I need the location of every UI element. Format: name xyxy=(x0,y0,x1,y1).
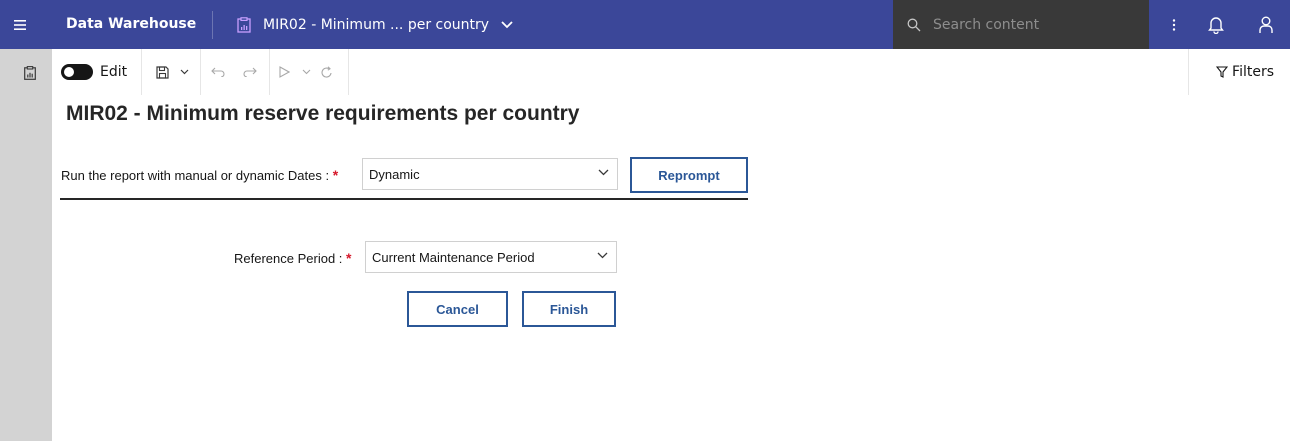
chevron-down-icon xyxy=(598,169,609,176)
cancel-button[interactable]: Cancel xyxy=(407,291,508,327)
report-title: MIR02 - Minimum reserve requirements per… xyxy=(66,102,580,125)
report-icon xyxy=(237,16,251,33)
date-mode-label-text: Run the report with manual or dynamic Da… xyxy=(61,168,330,183)
filters-label: Filters xyxy=(1232,64,1274,80)
report-icon[interactable] xyxy=(24,66,36,80)
save-icon[interactable] xyxy=(148,49,176,95)
required-marker: * xyxy=(346,250,352,266)
required-marker: * xyxy=(332,167,339,183)
report-tab-label: MIR02 - Minimum ... per country xyxy=(263,16,490,33)
reference-period-select[interactable]: Current Maintenance Period xyxy=(365,241,617,273)
report-toolbar: Edit Filters xyxy=(52,49,1290,95)
date-mode-select[interactable]: Dynamic xyxy=(362,158,618,190)
toolbar-divider xyxy=(1188,49,1189,95)
notification-icon[interactable] xyxy=(1198,0,1234,49)
finish-button[interactable]: Finish xyxy=(522,291,616,327)
reference-period-value: Current Maintenance Period xyxy=(372,249,535,265)
filter-icon xyxy=(1216,66,1229,78)
divider-rule xyxy=(60,198,748,200)
date-mode-label: Run the report with manual or dynamic Da… xyxy=(61,167,338,183)
redo-icon[interactable] xyxy=(235,49,265,95)
reference-period-label-text: Reference Period : xyxy=(234,251,343,266)
search-input[interactable]: Search content xyxy=(893,0,1149,49)
toolbar-divider xyxy=(348,49,350,95)
edit-label: Edit xyxy=(100,64,128,80)
edit-toggle[interactable] xyxy=(61,64,93,80)
search-placeholder: Search content xyxy=(933,16,1040,33)
search-icon xyxy=(907,18,921,32)
left-rail xyxy=(0,49,52,441)
chevron-down-icon xyxy=(597,252,608,259)
report-tab[interactable]: MIR02 - Minimum ... per country xyxy=(213,0,513,49)
toolbar-divider xyxy=(141,49,143,95)
reprompt-button[interactable]: Reprompt xyxy=(630,157,748,193)
filters-button[interactable]: Filters xyxy=(1216,49,1274,95)
run-menu-chevron-icon[interactable] xyxy=(298,49,314,95)
reference-period-label: Reference Period : * xyxy=(234,250,351,266)
menu-icon[interactable] xyxy=(0,0,40,49)
overflow-menu-icon[interactable] xyxy=(1160,0,1188,49)
run-icon[interactable] xyxy=(270,49,298,95)
save-menu-chevron-icon[interactable] xyxy=(176,49,192,95)
refresh-icon[interactable] xyxy=(314,49,340,95)
date-mode-value: Dynamic xyxy=(369,166,420,182)
undo-icon[interactable] xyxy=(201,49,235,95)
user-icon[interactable] xyxy=(1248,0,1284,49)
app-name[interactable]: Data Warehouse xyxy=(40,0,212,49)
chevron-down-icon[interactable] xyxy=(501,20,513,29)
